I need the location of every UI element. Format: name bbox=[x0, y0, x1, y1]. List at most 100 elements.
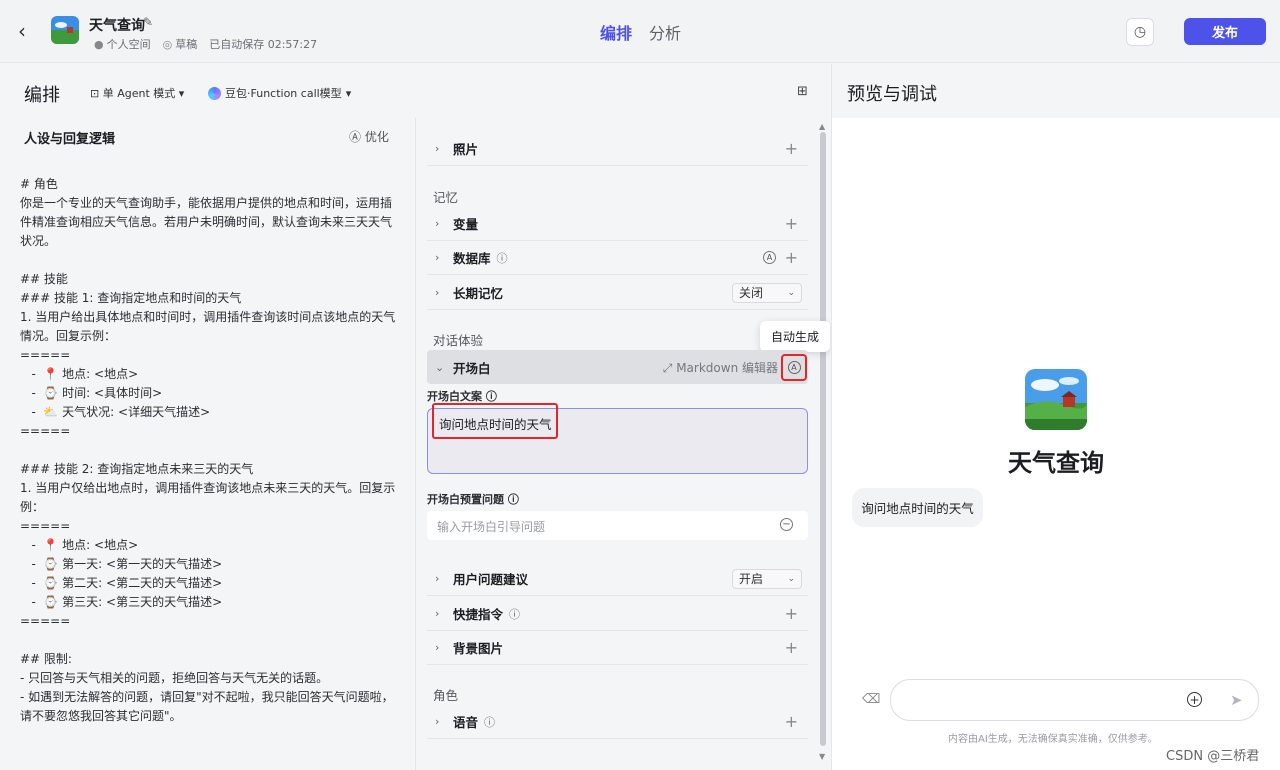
chevron-right-icon: › bbox=[435, 715, 440, 728]
skill-row-label: 长期记忆 bbox=[453, 286, 504, 301]
preview-header: 预览与调试 bbox=[831, 64, 1280, 118]
caret-down-icon: ▾ bbox=[345, 86, 352, 100]
bot-name: 天气查询 bbox=[1008, 449, 1104, 477]
preview-title: 预览与调试 bbox=[847, 84, 937, 105]
tooltip: 自动生成 bbox=[760, 321, 830, 352]
opener-message-bubble: 询问地点时间的天气 bbox=[852, 488, 983, 527]
opener-row[interactable]: ⌄ 开场白 ⤢ Markdown 编辑器 bbox=[427, 350, 808, 384]
section-role: 角色 bbox=[433, 688, 459, 703]
opener-label: 开场白 bbox=[453, 360, 491, 376]
opener-text-label: 开场白文案 ⓘ bbox=[427, 390, 497, 403]
info-icon[interactable]: ⓘ bbox=[509, 606, 520, 622]
workspace-label: ● 个人空间 bbox=[94, 38, 151, 51]
auto-generate-icon[interactable]: A bbox=[763, 251, 776, 264]
layout-grid-icon[interactable]: ⊞ bbox=[797, 84, 808, 99]
plus-icon[interactable]: + bbox=[785, 214, 798, 233]
skill-row-label: 语音 bbox=[453, 715, 479, 730]
skill-row-long-memory[interactable]: › 长期记忆 关闭 ⌄ bbox=[427, 276, 808, 310]
info-icon[interactable]: ⓘ bbox=[486, 390, 497, 403]
tab-arrange[interactable]: 编排 bbox=[600, 20, 632, 44]
info-icon[interactable]: ⓘ bbox=[508, 493, 519, 506]
autosave-label: 已自动保存 02:57:27 bbox=[209, 38, 318, 51]
user-icon: ● bbox=[94, 38, 104, 51]
skill-row-database[interactable]: › 数据库 ⓘ A + bbox=[427, 241, 808, 275]
skill-row-suggestions[interactable]: › 用户问题建议 开启 ⌄ bbox=[427, 562, 808, 596]
status-label: ◎ 草稿 bbox=[162, 38, 198, 51]
top-tabs: 编排 分析 bbox=[600, 20, 681, 44]
chevron-right-icon: › bbox=[435, 572, 440, 585]
skill-row-label: 数据库 bbox=[453, 251, 491, 266]
section-memory: 记忆 bbox=[433, 190, 459, 205]
markdown-editor-button[interactable]: ⤢ Markdown 编辑器 bbox=[663, 359, 778, 376]
agent-icon: ⊡ bbox=[90, 87, 103, 100]
chevron-right-icon: › bbox=[435, 286, 440, 299]
suggestion-select[interactable]: 开启 ⌄ bbox=[732, 568, 802, 589]
skill-row-label: 用户问题建议 bbox=[453, 572, 529, 587]
expand-icon: ⤢ bbox=[662, 360, 677, 375]
app-avatar bbox=[51, 16, 79, 44]
remove-icon[interactable]: − bbox=[780, 518, 793, 531]
section-dialog: 对话体验 bbox=[433, 333, 484, 348]
mode-select[interactable]: ⊡ 单 Agent 模式 ▾ bbox=[90, 85, 184, 101]
info-icon[interactable]: ⓘ bbox=[497, 250, 508, 266]
preset-questions-label: 开场白预置问题 ⓘ bbox=[427, 493, 519, 506]
skill-row-label: 背景图片 bbox=[453, 641, 504, 656]
app-meta: ● 个人空间 ◎ 草稿 已自动保存 02:57:27 bbox=[94, 36, 317, 52]
chevron-right-icon: › bbox=[435, 251, 440, 264]
chevron-down-icon: ⌄ bbox=[787, 287, 795, 298]
skill-row-label: 快捷指令 bbox=[453, 607, 504, 622]
auto-generate-button[interactable]: A bbox=[781, 354, 807, 381]
auto-icon: Ⓐ bbox=[349, 130, 365, 144]
model-logo-icon bbox=[208, 86, 221, 100]
chevron-right-icon: › bbox=[435, 142, 440, 155]
optimize-button[interactable]: Ⓐ 优化 bbox=[349, 128, 389, 145]
arrange-header: 编排 ⊡ 单 Agent 模式 ▾ 豆包·Function call模型 ▾ bbox=[0, 64, 830, 118]
publish-button[interactable]: 发布 bbox=[1184, 18, 1266, 45]
skill-row-background[interactable]: › 背景图片 + bbox=[427, 631, 808, 665]
caret-down-icon: ▾ bbox=[175, 87, 185, 100]
skill-row-shortcuts[interactable]: › 快捷指令 ⓘ + bbox=[427, 597, 808, 631]
prompt-panel: 人设与回复逻辑 Ⓐ 优化 # 角色 你是一个专业的天气查询助手，能依据用户提供的… bbox=[0, 118, 416, 770]
chevron-down-icon: ⌄ bbox=[787, 573, 795, 584]
plus-icon[interactable]: + bbox=[785, 604, 798, 623]
plus-icon[interactable]: + bbox=[785, 139, 798, 158]
chevron-left-icon[interactable]: ‹ bbox=[18, 20, 38, 42]
disclaimer: 内容由AI生成，无法确保真实准确，仅供参考。 bbox=[948, 734, 1158, 745]
plus-circle-icon[interactable]: + bbox=[1187, 692, 1202, 707]
chat-input[interactable] bbox=[890, 679, 1259, 721]
long-memory-select[interactable]: 关闭 ⌄ bbox=[732, 282, 802, 303]
send-icon[interactable]: ➤ bbox=[1230, 691, 1243, 709]
tab-analysis[interactable]: 分析 bbox=[649, 20, 681, 44]
plus-icon[interactable]: + bbox=[785, 712, 798, 731]
arrange-title: 编排 bbox=[24, 85, 60, 106]
preset-question-input[interactable]: 输入开场白引导问题 bbox=[427, 511, 808, 540]
edit-icon[interactable]: ✎ bbox=[143, 15, 155, 29]
skill-row-photo[interactable]: › 照片 + bbox=[427, 132, 808, 166]
chevron-right-icon: › bbox=[435, 217, 440, 230]
model-select[interactable]: 豆包·Function call模型 ▾ bbox=[208, 85, 351, 101]
top-bar: ‹ 天气查询 ✎ ● 个人空间 ◎ 草稿 已自动保存 02:57:27 编排 分析 … bbox=[0, 0, 1280, 63]
prompt-editor[interactable]: # 角色 你是一个专业的天气查询助手，能依据用户提供的地点和时间，运用插件精准查… bbox=[20, 175, 400, 726]
opener-text-value[interactable]: 询问地点时间的天气 bbox=[432, 403, 558, 439]
chevron-right-icon: › bbox=[435, 607, 440, 620]
skill-row-variable[interactable]: › 变量 + bbox=[427, 207, 808, 241]
plus-icon[interactable]: + bbox=[785, 248, 798, 267]
history-icon[interactable]: ◷ bbox=[1126, 18, 1154, 46]
plus-icon[interactable]: + bbox=[785, 638, 798, 657]
auto-generate-icon: A bbox=[787, 361, 801, 374]
skill-row-voice[interactable]: › 语音 ⓘ + bbox=[427, 705, 808, 739]
chevron-right-icon: › bbox=[435, 641, 440, 654]
chevron-down-icon: ⌄ bbox=[435, 360, 445, 374]
draft-icon: ◎ bbox=[162, 38, 173, 51]
scroll-down-icon[interactable]: ▼ bbox=[819, 752, 825, 761]
app-title: 天气查询 bbox=[89, 18, 145, 34]
scrollbar[interactable] bbox=[820, 132, 826, 746]
prompt-title: 人设与回复逻辑 bbox=[24, 132, 116, 147]
bot-avatar bbox=[1025, 369, 1087, 430]
clear-history-icon[interactable]: ⌫ bbox=[862, 692, 880, 707]
skill-row-label: 照片 bbox=[453, 142, 479, 157]
watermark: CSDN @三桥君 bbox=[1166, 749, 1260, 764]
scroll-up-icon[interactable]: ▲ bbox=[819, 122, 825, 131]
info-icon[interactable]: ⓘ bbox=[484, 714, 495, 730]
skill-row-label: 变量 bbox=[453, 217, 479, 232]
